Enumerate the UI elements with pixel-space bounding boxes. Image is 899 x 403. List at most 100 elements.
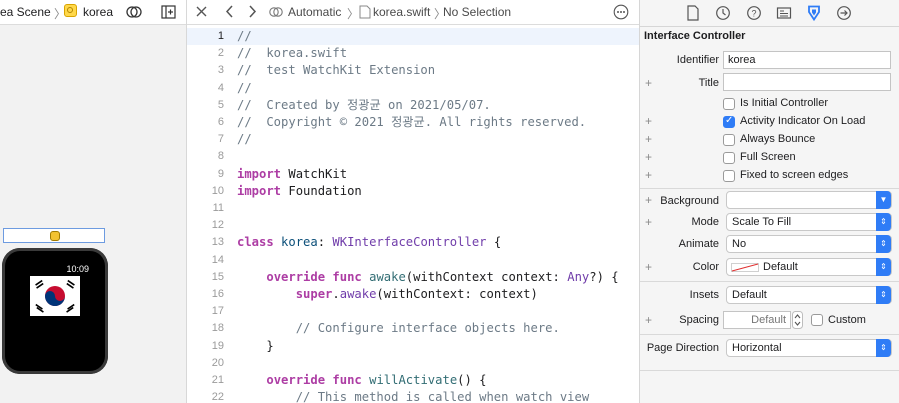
code-line[interactable]: 12: [187, 217, 639, 234]
identifier-label: Identifier: [676, 54, 719, 66]
code-line[interactable]: 6 // Copyright © 2021 정광균. All rights res…: [187, 114, 639, 131]
code-line[interactable]: 11: [187, 200, 639, 217]
chevron-left-icon[interactable]: [225, 5, 234, 18]
jump-bar-file[interactable]: korea.swift: [373, 5, 430, 19]
code-line[interactable]: 4 //: [187, 80, 639, 97]
attributes-inspector-icon[interactable]: [806, 5, 822, 21]
page-direction-popup[interactable]: Horizontal ⇕: [726, 339, 892, 357]
file-inspector-icon[interactable]: [685, 5, 701, 21]
custom-spacing-checkbox[interactable]: [811, 314, 823, 326]
code-text: class korea: WKInterfaceController {: [237, 234, 501, 251]
code-line[interactable]: 2 // korea.swift: [187, 45, 639, 62]
related-items-icon[interactable]: [269, 5, 283, 19]
code-line[interactable]: 10 import Foundation: [187, 183, 639, 200]
code-line[interactable]: 19 }: [187, 338, 639, 355]
code-line[interactable]: 16 super.awake(withContext: context): [187, 286, 639, 303]
breadcrumb-controller[interactable]: korea: [83, 5, 113, 19]
inspector-tabs: ?: [640, 0, 899, 27]
jump-bar-selection[interactable]: No Selection: [443, 5, 511, 19]
add-variation-icon[interactable]: +: [645, 260, 652, 274]
add-variation-icon[interactable]: +: [645, 132, 652, 146]
line-number: 8: [217, 150, 224, 163]
close-icon[interactable]: [196, 6, 207, 17]
connections-inspector-icon[interactable]: [836, 5, 852, 21]
code-line[interactable]: 17: [187, 303, 639, 320]
up-down-arrows-icon[interactable]: ⇕: [876, 286, 891, 304]
watch-interface-preview[interactable]: 10:09: [2, 248, 108, 374]
code-line[interactable]: 20: [187, 355, 639, 372]
up-down-arrows-icon[interactable]: ⇕: [876, 235, 891, 253]
code-editor[interactable]: Automatic 〉 korea.swift 〉 No Selection 1…: [187, 0, 640, 403]
add-variation-icon[interactable]: +: [645, 313, 652, 327]
storyboard-canvas[interactable]: rea Scene 〉 korea 10:09: [0, 0, 187, 403]
option-checkbox[interactable]: [723, 98, 735, 110]
code-line[interactable]: 14: [187, 252, 639, 269]
spacing-field[interactable]: [723, 311, 791, 329]
watch-time: 10:09: [66, 264, 89, 274]
chevron-right-icon[interactable]: [248, 5, 257, 18]
add-variation-icon[interactable]: +: [645, 215, 652, 229]
code-token: //: [237, 132, 252, 147]
adjust-editor-options-icon[interactable]: [126, 5, 142, 19]
add-editor-pane-icon[interactable]: [161, 5, 176, 19]
spacing-label: Spacing: [679, 314, 719, 326]
code-text: override func willActivate() {: [237, 372, 486, 389]
code-token: // test WatchKit Extension: [237, 63, 436, 78]
option-checkbox[interactable]: [723, 134, 735, 146]
option-label: Activity Indicator On Load: [740, 115, 866, 127]
korea-flag-image[interactable]: [30, 276, 80, 316]
scene-dock[interactable]: [3, 228, 105, 243]
insets-popup[interactable]: Default ⇕: [726, 286, 892, 304]
history-inspector-icon[interactable]: [715, 5, 731, 21]
animate-popup[interactable]: No ⇕: [726, 235, 892, 253]
jump-bar-automatic[interactable]: Automatic: [288, 5, 341, 19]
background-popup[interactable]: ▼: [726, 191, 892, 209]
option-label: Is Initial Controller: [740, 97, 829, 109]
code-line[interactable]: 3 // test WatchKit Extension: [187, 62, 639, 79]
code-line[interactable]: 5 // Created by 정광균 on 2021/05/07.: [187, 97, 639, 114]
identifier-field[interactable]: korea: [723, 51, 891, 69]
divider: [640, 370, 899, 371]
help-inspector-icon[interactable]: ?: [746, 5, 762, 21]
mode-popup[interactable]: Scale To Fill ⇕: [726, 213, 892, 231]
title-field[interactable]: [723, 73, 891, 91]
code-text: // Copyright © 2021 정광균. All rights rese…: [237, 114, 586, 131]
line-number: 3: [217, 64, 224, 77]
insets-label: Insets: [689, 289, 719, 301]
code-line[interactable]: 21 override func willActivate() {: [187, 372, 639, 389]
section-title: Interface Controller: [644, 30, 746, 42]
add-variation-icon[interactable]: +: [645, 114, 652, 128]
code-line[interactable]: 1 //: [187, 28, 639, 45]
add-variation-icon[interactable]: +: [645, 76, 652, 90]
up-down-arrows-icon[interactable]: ⇕: [876, 258, 891, 276]
canvas-jump-bar: rea Scene 〉 korea: [0, 0, 186, 25]
code-line[interactable]: 8: [187, 148, 639, 165]
code-line[interactable]: 15 override func awake(withContext conte…: [187, 269, 639, 286]
breadcrumb-scene[interactable]: rea Scene: [0, 5, 51, 19]
line-number: 2: [217, 47, 224, 60]
code-line[interactable]: 7 //: [187, 131, 639, 148]
color-popup[interactable]: Default ⇕: [726, 258, 892, 276]
mode-value: Scale To Fill: [732, 216, 792, 228]
more-options-icon[interactable]: [613, 4, 629, 20]
code-line[interactable]: 22 // This method is called when watch v…: [187, 389, 639, 403]
option-checkbox[interactable]: [723, 115, 735, 128]
add-variation-icon[interactable]: +: [645, 193, 652, 207]
option-checkbox[interactable]: [723, 152, 735, 164]
code-line[interactable]: 18 // Configure interface objects here.: [187, 320, 639, 337]
interface-controller-icon[interactable]: [50, 231, 60, 241]
option-label: Always Bounce: [740, 133, 816, 145]
add-variation-icon[interactable]: +: [645, 150, 652, 164]
up-down-arrows-icon[interactable]: ⇕: [876, 213, 891, 231]
spacing-stepper[interactable]: [792, 311, 803, 329]
chevron-down-icon[interactable]: ▼: [876, 191, 891, 209]
code-token: Any: [567, 269, 590, 284]
code-line[interactable]: 13 class korea: WKInterfaceController {: [187, 234, 639, 251]
up-down-arrows-icon[interactable]: ⇕: [876, 339, 891, 357]
line-number: 13: [211, 236, 224, 249]
code-line[interactable]: 9 import WatchKit: [187, 166, 639, 183]
identity-inspector-icon[interactable]: [776, 5, 792, 21]
option-checkbox[interactable]: [723, 170, 735, 182]
add-variation-icon[interactable]: +: [645, 168, 652, 182]
